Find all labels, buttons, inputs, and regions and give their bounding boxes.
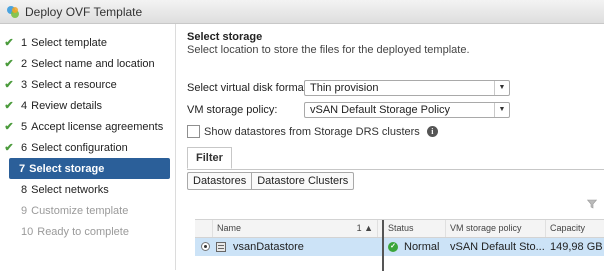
step-select-resource[interactable]: ✔ 3 Select a resource: [0, 74, 175, 95]
storage-policy-label: VM storage policy:: [187, 104, 278, 116]
datastore-table: Name 1 ▲ Status VM storage policy Capacit…: [195, 219, 604, 271]
chevron-down-icon: ▼: [494, 103, 509, 117]
checkmark-icon: ✔: [4, 142, 14, 154]
table-row[interactable]: vsanDatastore ✓ Normal vSAN Default Sto.…: [195, 238, 604, 256]
filter-icon[interactable]: [587, 199, 597, 209]
info-icon[interactable]: i: [426, 126, 438, 137]
step-select-networks[interactable]: 8 Select networks: [0, 179, 175, 200]
cell-capacity: 149,98 GB: [550, 241, 603, 253]
step-accept-license[interactable]: ✔ 5 Accept license agreements: [0, 116, 175, 137]
disk-format-label: Select virtual disk format:: [187, 82, 310, 94]
checkmark-icon: ✔: [4, 121, 14, 133]
chevron-down-icon: ▼: [494, 81, 509, 95]
header-name[interactable]: Name 1 ▲: [213, 220, 378, 237]
storage-policy-value: vSAN Default Storage Policy: [310, 104, 451, 116]
datastore-clusters-button[interactable]: Datastore Clusters: [251, 173, 353, 189]
step-customize-template: 9 Customize template: [21, 204, 129, 217]
step-ready-to-complete: 10 Ready to complete: [21, 225, 129, 238]
disk-format-select[interactable]: Thin provision ▼: [304, 80, 510, 96]
sort-ascending-icon: 1 ▲: [356, 223, 373, 233]
header-capacity[interactable]: Capacity: [546, 220, 604, 237]
page-title: Select storage: [187, 31, 263, 43]
tab-filter[interactable]: Filter: [187, 147, 232, 169]
table-header: Name 1 ▲ Status VM storage policy Capacit…: [195, 220, 604, 238]
show-drs-row: Show datastores from Storage DRS cluster…: [187, 125, 438, 138]
window-title: Deploy OVF Template: [25, 4, 143, 19]
checkmark-icon: ✔: [4, 100, 14, 112]
tab-strip: Filter: [187, 145, 604, 170]
header-select-column: [195, 220, 213, 237]
header-storage-policy[interactable]: VM storage policy: [446, 220, 546, 237]
wizard-steps: ✔ 1 Select template ✔ 2 Select name and loca…: [0, 24, 176, 270]
column-resize-divider[interactable]: [382, 220, 384, 271]
disk-format-value: Thin provision: [310, 82, 379, 94]
datastores-button[interactable]: Datastores: [188, 173, 251, 189]
step-review-details[interactable]: ✔ 4 Review details: [0, 95, 175, 116]
cell-name: vsanDatastore: [213, 238, 378, 256]
main-panel: Select storage Select location to store …: [187, 24, 604, 271]
page-description: Select location to store the files for t…: [187, 44, 470, 56]
header-status[interactable]: Status: [384, 220, 446, 237]
cell-storage-policy: vSAN Default Sto...: [450, 241, 545, 253]
checkmark-icon: ✔: [4, 79, 14, 91]
checkmark-icon: ✔: [4, 58, 14, 70]
step-select-template[interactable]: ✔ 1 Select template: [0, 32, 175, 53]
step-select-name-location[interactable]: ✔ 2 Select name and location: [0, 53, 175, 74]
status-ok-icon: ✓: [388, 242, 398, 252]
title-bar: Deploy OVF Template: [0, 0, 604, 24]
cell-status: ✓ Normal: [384, 238, 446, 256]
storage-policy-select[interactable]: vSAN Default Storage Policy ▼: [304, 102, 510, 118]
vsphere-logo-icon: [7, 5, 19, 18]
step-select-configuration[interactable]: ✔ 6 Select configuration: [0, 137, 175, 158]
show-drs-checkbox[interactable]: [187, 125, 200, 138]
datastore-icon: [216, 242, 226, 252]
checkmark-icon: ✔: [4, 37, 14, 49]
step-select-storage[interactable]: 7 Select storage: [9, 158, 170, 179]
datastore-type-toggle: Datastores Datastore Clusters: [187, 172, 355, 190]
show-drs-label[interactable]: Show datastores from Storage DRS cluster…: [204, 126, 420, 138]
row-radio-button[interactable]: [201, 242, 210, 251]
